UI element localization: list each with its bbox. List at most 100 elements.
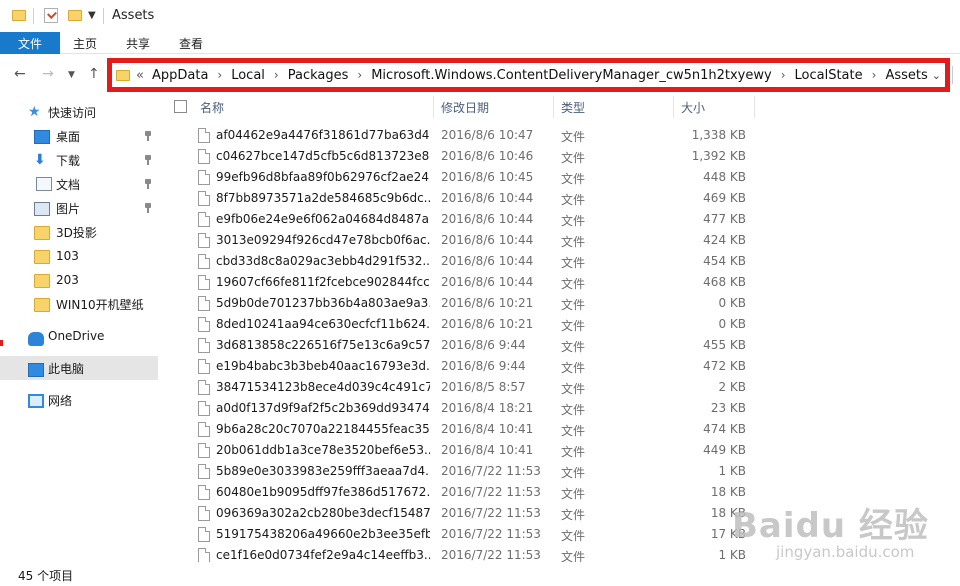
sidebar-item-pictures[interactable]: 图片 <box>0 196 158 220</box>
refresh-button[interactable] <box>952 66 960 84</box>
file-type: 文件 <box>561 256 586 270</box>
file-icon <box>198 149 210 164</box>
address-bar[interactable]: « › AppData › Local › Packages › Microso… <box>107 58 950 92</box>
column-divider[interactable] <box>754 96 755 118</box>
file-name: cbd33d8c8a029ac3ebb4d291f532... <box>216 254 430 268</box>
file-date: 2016/8/6 10:44 <box>441 191 534 205</box>
tab-view[interactable]: 查看 <box>179 35 203 52</box>
file-row[interactable]: af04462e9a4476f31861d77ba63d4... 2016/8/6… <box>160 125 960 146</box>
sidebar-item-label: 文档 <box>56 177 81 192</box>
customize-toolbar-chevron-down-icon[interactable]: ▼ <box>88 10 96 21</box>
file-row[interactable]: 20b061ddb1a3ce78e3520bef6e53... 2016/8/4 … <box>160 440 960 461</box>
file-name: a0d0f137d9f9af2f5c2b369dd93474... <box>216 401 430 415</box>
column-header-size[interactable]: 大小 <box>681 99 705 116</box>
file-size: 23 KB <box>710 401 746 415</box>
file-row[interactable]: 19607cf66fe811f2fcebce902844fcc... 2016/8… <box>160 272 960 293</box>
desktop-icon <box>34 130 50 144</box>
pin-icon[interactable] <box>144 203 152 213</box>
file-icon <box>198 191 210 206</box>
folder-icon <box>34 298 50 312</box>
file-date: 2016/8/6 10:44 <box>441 275 534 289</box>
pin-icon[interactable] <box>144 155 152 165</box>
file-row[interactable]: 38471534123b8ece4d039c4c491c7... 2016/8/5… <box>160 377 960 398</box>
sidebar-item-downloads[interactable]: ⬇ 下载 <box>0 148 158 172</box>
file-size: 455 KB <box>703 338 746 352</box>
file-size: 1 KB <box>718 464 746 478</box>
breadcrumb-local[interactable]: Local <box>231 68 265 83</box>
new-folder-icon[interactable] <box>68 10 82 21</box>
arrow-left-icon[interactable]: ← <box>14 66 26 82</box>
sidebar-item-documents[interactable]: 文档 <box>0 172 158 196</box>
file-name: ce1f16e0d0734fef2e9a4c14eeffb3... <box>216 548 430 562</box>
properties-icon[interactable] <box>44 8 58 23</box>
file-icon <box>198 233 210 248</box>
breadcrumb-contentdeliverymanager[interactable]: Microsoft.Windows.ContentDeliveryManager… <box>371 68 771 83</box>
breadcrumb-separator[interactable]: › <box>781 68 786 82</box>
sidebar-item-onedrive[interactable]: OneDrive <box>0 324 158 348</box>
sidebar-item-label: 3D投影 <box>56 225 97 240</box>
toolbar-divider <box>33 8 34 24</box>
column-divider[interactable] <box>673 96 674 118</box>
column-divider[interactable] <box>553 96 554 118</box>
breadcrumb-separator[interactable]: › <box>217 68 222 82</box>
file-icon <box>198 506 210 521</box>
sidebar-item-203[interactable]: 203 <box>0 268 158 292</box>
sidebar-item-label: OneDrive <box>48 329 105 343</box>
breadcrumb-separator[interactable]: › <box>274 68 279 82</box>
breadcrumb-separator[interactable]: › <box>872 68 877 82</box>
sidebar-item-3d-projection[interactable]: 3D投影 <box>0 220 158 244</box>
file-size: 1,338 KB <box>691 128 746 142</box>
file-date: 2016/8/6 10:47 <box>441 128 534 142</box>
breadcrumb-packages[interactable]: Packages <box>288 68 349 83</box>
breadcrumb-appdata[interactable]: AppData <box>152 68 208 83</box>
file-row[interactable]: 5d9b0de701237bb36b4a803ae9a3... 2016/8/6 … <box>160 293 960 314</box>
file-row[interactable]: 8ded10241aa94ce630ecfcf11b624... 2016/8/6… <box>160 314 960 335</box>
tab-file[interactable]: 文件 <box>0 32 60 54</box>
file-row[interactable]: 3d6813858c226516f75e13c6a9c57... 2016/8/6… <box>160 335 960 356</box>
file-row[interactable]: 8f7bb8973571a2de584685c9b6dc... 2016/8/6 … <box>160 188 960 209</box>
file-row[interactable]: c04627bce147d5cfb5c6d813723e8... 2016/8/6… <box>160 146 960 167</box>
tab-share[interactable]: 共享 <box>126 35 150 52</box>
file-row[interactable]: 99efb96d8bfaa89f0b62976cf2ae24... 2016/8/… <box>160 167 960 188</box>
file-row[interactable]: e9fb06e24e9e6f062a04684d8487a... 2016/8/6… <box>160 209 960 230</box>
pin-icon[interactable] <box>144 131 152 141</box>
sidebar-item-quick-access[interactable]: ★ 快速访问 <box>0 100 158 124</box>
chevron-down-icon[interactable]: ▼ <box>68 70 75 80</box>
sidebar-item-103[interactable]: 103 <box>0 244 158 268</box>
sidebar-item-this-pc[interactable]: 此电脑 <box>0 356 158 380</box>
file-type: 文件 <box>561 424 586 438</box>
window-title: Assets <box>112 8 155 23</box>
file-date: 2016/8/6 10:44 <box>441 233 534 247</box>
breadcrumb-separator[interactable]: › <box>357 68 362 82</box>
sidebar-item-desktop[interactable]: 桌面 <box>0 124 158 148</box>
file-row[interactable]: cbd33d8c8a029ac3ebb4d291f532... 2016/8/6 … <box>160 251 960 272</box>
column-header-name[interactable]: 名称 <box>200 99 224 116</box>
arrow-up-icon[interactable]: ↑ <box>88 66 100 82</box>
file-row[interactable]: 5b89e0e3033983e259fff3aeaa7d4... 2016/7/2… <box>160 461 960 482</box>
document-icon <box>36 177 52 191</box>
file-row[interactable]: a0d0f137d9f9af2f5c2b369dd93474... 2016/8/… <box>160 398 960 419</box>
arrow-right-icon[interactable]: → <box>42 66 54 82</box>
file-name: 8ded10241aa94ce630ecfcf11b624... <box>216 317 430 331</box>
file-size: 18 KB <box>710 485 746 499</box>
column-header-date[interactable]: 修改日期 <box>441 99 489 116</box>
column-header-type[interactable]: 类型 <box>561 99 585 116</box>
file-row[interactable]: 9b6a28c20c7070a22184455feac35... 2016/8/4… <box>160 419 960 440</box>
star-icon: ★ <box>28 104 41 120</box>
address-overflow[interactable]: « <box>136 68 144 83</box>
file-row[interactable]: 3013e09294f926cd47e78bcb0f6ac... 2016/8/6… <box>160 230 960 251</box>
sidebar-item-win10-wallpaper[interactable]: WIN10开机壁纸 <box>0 292 158 316</box>
file-date: 2016/8/4 18:21 <box>441 401 534 415</box>
column-divider[interactable] <box>433 96 434 118</box>
select-all-checkbox[interactable] <box>174 100 187 113</box>
pin-icon[interactable] <box>144 179 152 189</box>
file-date: 2016/7/22 11:53 <box>441 485 541 499</box>
file-name: 99efb96d8bfaa89f0b62976cf2ae24... <box>216 170 430 184</box>
breadcrumb-localstate[interactable]: LocalState <box>795 68 863 83</box>
file-row[interactable]: e19b4babc3b3beb40aac16793e3d... 2016/8/6 … <box>160 356 960 377</box>
breadcrumb-assets[interactable]: Assets <box>885 68 927 83</box>
tab-home[interactable]: 主页 <box>73 35 97 52</box>
file-date: 2016/8/6 10:21 <box>441 317 534 331</box>
sidebar-item-network[interactable]: 网络 <box>0 388 158 412</box>
address-history-chevron-down-icon[interactable]: ⌄ <box>932 69 941 82</box>
